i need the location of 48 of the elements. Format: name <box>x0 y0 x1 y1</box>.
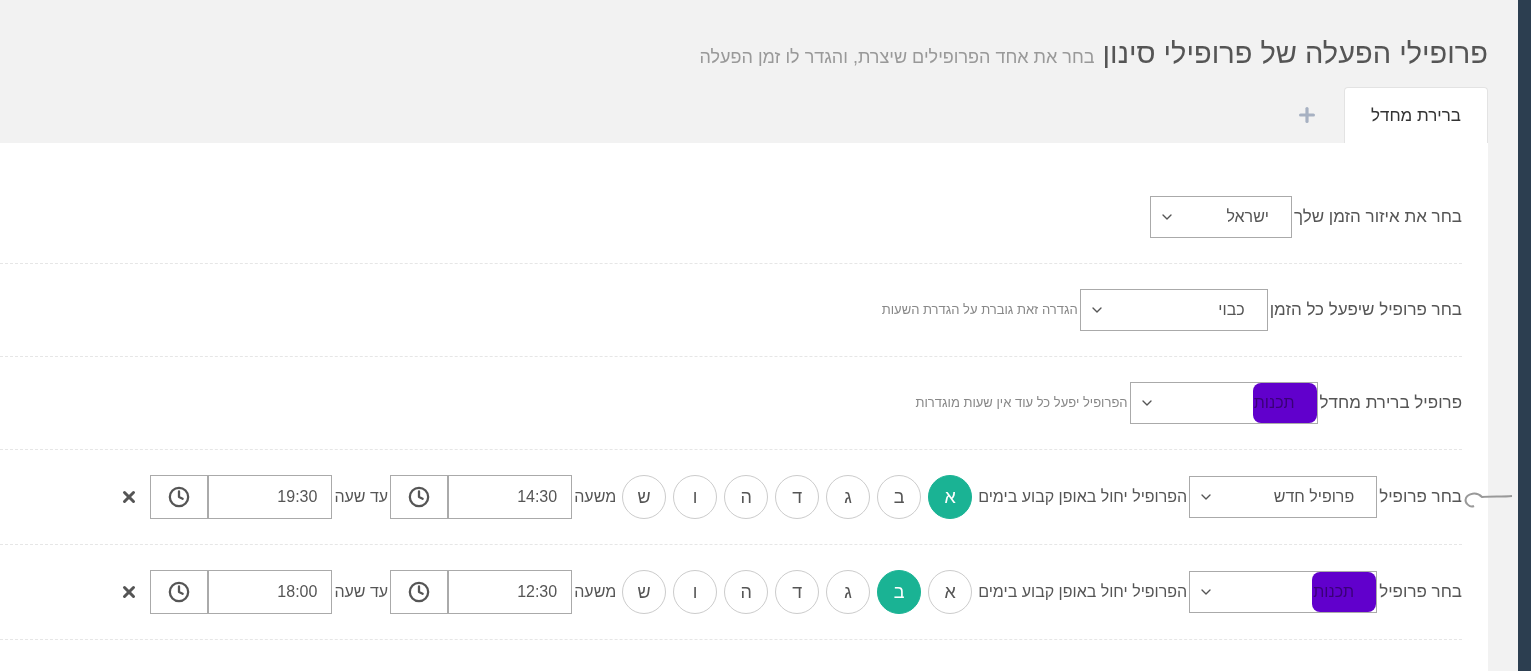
day-toggle[interactable]: ה <box>724 475 769 519</box>
clock-button[interactable] <box>150 570 209 614</box>
from-label: משעה <box>574 487 617 507</box>
tab[interactable]: ברירת מחדל <box>1344 87 1488 143</box>
day-toggle[interactable]: ש <box>622 475 667 519</box>
day-toggle[interactable]: ו <box>673 570 718 614</box>
clock-button[interactable] <box>390 475 449 519</box>
clock-icon <box>408 486 431 508</box>
row-label: בחר פרופיל <box>1379 486 1462 509</box>
clock-icon <box>168 581 191 603</box>
day-toggle[interactable]: א <box>928 570 973 614</box>
days-label: הפרופיל יחול באופן קבוע בימים <box>978 582 1188 602</box>
day-toggle[interactable]: ש <box>622 570 667 614</box>
select-field[interactable]: ישראל <box>1149 196 1292 238</box>
day-toggle[interactable]: ג <box>826 475 871 519</box>
clock-icon <box>168 486 191 508</box>
select-field[interactable]: כבוי <box>1079 289 1268 331</box>
days-label: הפרופיל יחול באופן קבוע בימים <box>978 487 1188 507</box>
select-field[interactable]: פרופיל חדש <box>1189 476 1378 518</box>
time-field[interactable]: 18:00 <box>208 570 333 614</box>
from-label: משעה <box>574 582 617 602</box>
day-toggle[interactable]: ד <box>775 570 820 614</box>
time-field[interactable]: 12:30 <box>448 570 573 614</box>
time-field[interactable]: 14:30 <box>448 475 573 519</box>
time-field[interactable]: 19:30 <box>208 475 333 519</box>
setting-hint: הפרופיל יפעל כל עוד אין שעות מוגדרות <box>915 394 1128 413</box>
select-value: ישראל <box>1226 207 1269 227</box>
select-value: תכנות <box>1313 582 1355 602</box>
to-label: עד שעה <box>334 582 389 602</box>
day-toggle[interactable]: ו <box>673 475 718 519</box>
setting-label: פרופיל ברירת מחדל <box>1319 392 1462 415</box>
day-toggle[interactable]: ג <box>826 570 871 614</box>
setting-hint: הגדרה זאת גוברת על הגדרת השעות <box>881 301 1078 320</box>
day-toggle[interactable]: ב <box>877 475 922 519</box>
page-title: פרופילי הפעלה של פרופילי סינון <box>1102 36 1488 71</box>
to-label: עד שעה <box>334 487 389 507</box>
row-label: בחר פרופיל <box>1379 581 1462 604</box>
select-value: פרופיל חדש <box>1273 487 1355 507</box>
page-subtitle: בחר את אחד הפרופילים שיצרת, והגדר לו זמן הפעלה <box>699 46 1095 69</box>
clock-button[interactable] <box>150 475 209 519</box>
clock-icon <box>408 581 431 603</box>
setting-label: בחר פרופיל שיפעל כל הזמן <box>1269 299 1462 322</box>
select-value: כבוי <box>1218 300 1245 320</box>
clock-button[interactable] <box>390 570 449 614</box>
day-toggle[interactable]: ה <box>724 570 769 614</box>
select-value: תכנות <box>1253 393 1295 413</box>
setting-label: בחר את איזור הזמן שלך <box>1293 206 1462 229</box>
day-toggle[interactable]: ד <box>775 475 820 519</box>
